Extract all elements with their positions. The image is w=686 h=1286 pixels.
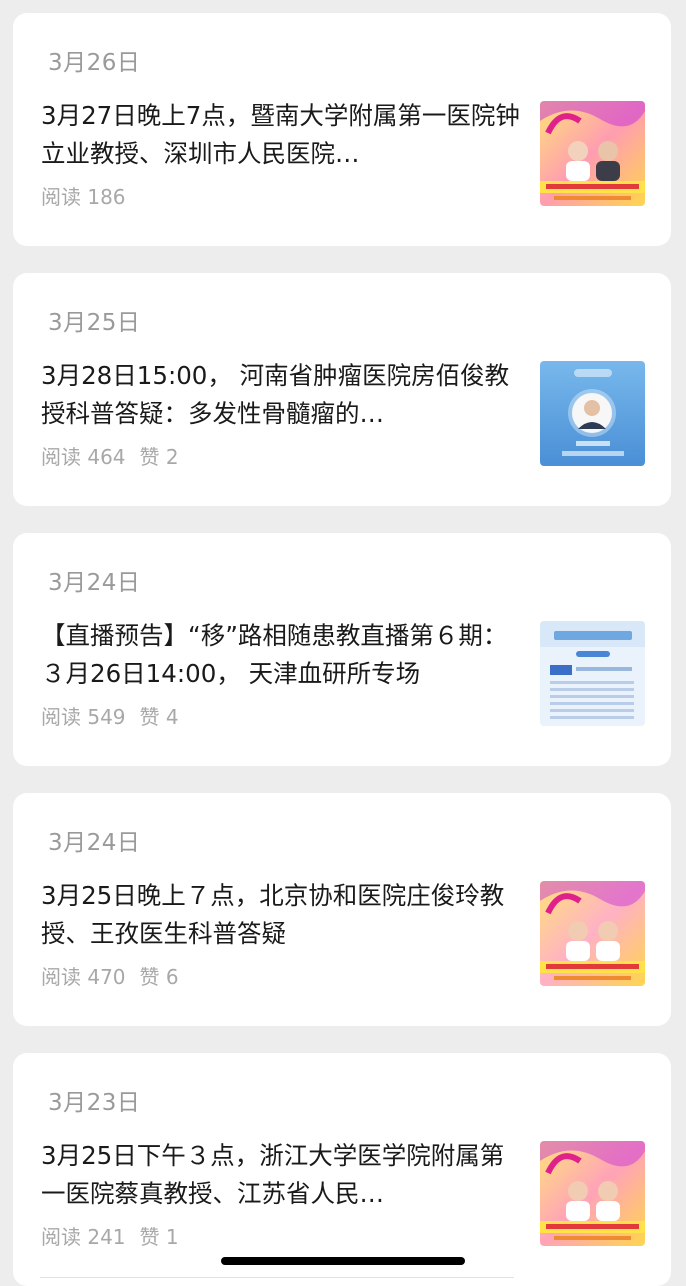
article-thumbnail[interactable]	[540, 361, 645, 466]
article-stats: 阅读 464 赞 2	[41, 441, 193, 470]
article-stats: 阅读 549 赞 4	[41, 701, 193, 730]
like-count: 赞 6	[139, 965, 179, 989]
read-count: 阅读 549	[41, 705, 126, 729]
article-date: 3月24日	[48, 830, 141, 856]
article-title[interactable]: 3月28日15:00， 河南省肿瘤医院房佰俊教授科普答疑：多发性骨髓瘤的…	[41, 357, 523, 433]
read-count: 阅读 186	[41, 185, 126, 209]
article-date: 3月25日	[48, 310, 141, 336]
article-date: 3月26日	[48, 50, 141, 76]
article-card[interactable]: 3月26日 3月27日晚上7点，暨南大学附属第一医院钟立业教授、深圳市人民医院……	[13, 13, 671, 246]
read-count: 阅读 241	[41, 1225, 126, 1249]
article-thumbnail[interactable]	[540, 881, 645, 986]
article-date: 3月23日	[48, 1090, 141, 1116]
like-count: 赞 4	[139, 705, 179, 729]
article-title[interactable]: 3月25日下午３点，浙江大学医学院附属第一医院蔡真教授、江苏省人民…	[41, 1137, 523, 1213]
schedule-poster-icon	[540, 621, 645, 726]
article-title[interactable]: 3月27日晚上7点，暨南大学附属第一医院钟立业教授、深圳市人民医院…	[41, 97, 523, 173]
article-card[interactable]: 3月23日 3月25日下午３点，浙江大学医学院附属第一医院蔡真教授、江苏省人民……	[13, 1053, 671, 1286]
article-card[interactable]: 3月25日 3月28日15:00， 河南省肿瘤医院房佰俊教授科普答疑：多发性骨髓…	[13, 273, 671, 506]
doctor-portrait-icon	[540, 361, 645, 466]
doctor-duo-poster-icon	[540, 101, 645, 206]
article-thumbnail[interactable]	[540, 621, 645, 726]
article-thumbnail[interactable]	[540, 1141, 645, 1246]
doctor-duo-poster-icon	[540, 1141, 645, 1246]
doctor-duo-poster-icon	[540, 881, 645, 986]
read-count: 阅读 464	[41, 445, 126, 469]
article-stats: 阅读 186	[41, 181, 154, 210]
article-card[interactable]: 3月24日 3月25日晚上７点，北京协和医院庄俊玲教授、王孜医生科普答疑 阅读 …	[13, 793, 671, 1026]
like-count: 赞 1	[139, 1225, 179, 1249]
article-thumbnail[interactable]	[540, 101, 645, 206]
read-count: 阅读 470	[41, 965, 126, 989]
article-stats: 阅读 470 赞 6	[41, 961, 193, 990]
like-count: 赞 2	[139, 445, 179, 469]
article-title[interactable]: 【直播预告】“移”路相随患教直播第６期：３月26日14:00， 天津血研所专场	[41, 617, 523, 693]
article-stats: 阅读 241 赞 1	[41, 1221, 193, 1250]
article-card[interactable]: 3月24日 【直播预告】“移”路相随患教直播第６期：３月26日14:00， 天津…	[13, 533, 671, 766]
article-title[interactable]: 3月25日晚上７点，北京协和医院庄俊玲教授、王孜医生科普答疑	[41, 877, 523, 953]
divider	[40, 1277, 514, 1278]
home-indicator[interactable]	[221, 1257, 465, 1265]
article-date: 3月24日	[48, 570, 141, 596]
